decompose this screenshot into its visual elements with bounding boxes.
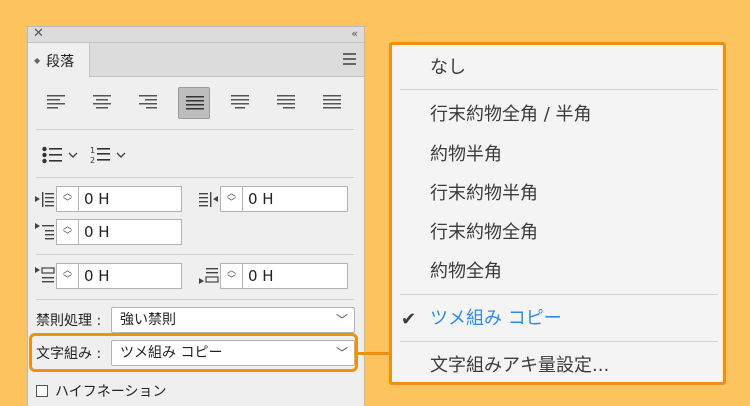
svg-text:1: 1 [90, 146, 95, 155]
menu-item-mojikumi-settings[interactable]: 文字組みアキ量設定... [430, 355, 609, 377]
space-before-input[interactable]: 0 H [78, 263, 182, 289]
numbered-list-button[interactable]: 12 [90, 145, 126, 165]
justify-last-left-button[interactable] [178, 87, 210, 119]
space-after-control: ︿ ﹀ 0 H [198, 263, 348, 289]
right-indent-input[interactable]: 0 H [242, 186, 348, 212]
divider [36, 177, 354, 178]
justify-last-left-icon [186, 96, 204, 110]
align-right-icon [139, 95, 157, 109]
first-line-indent-input[interactable]: 0 H [78, 219, 182, 245]
first-line-indent-icon [35, 223, 54, 240]
hyphenation-checkbox[interactable] [36, 385, 48, 397]
justify-last-right-button[interactable] [270, 87, 302, 119]
space-after-input[interactable]: 0 H [242, 263, 348, 289]
align-left-icon [47, 95, 65, 109]
space-before-stepper[interactable]: ︿ ﹀ [56, 263, 78, 289]
bullet-list-icon [42, 146, 62, 164]
divider [36, 299, 354, 300]
tab-label: 段落 [46, 53, 75, 70]
first-line-indent-control: ︿ ﹀ 0 H [34, 219, 182, 245]
menu-item-line-end-full[interactable]: 行末約物全角 [430, 222, 538, 244]
right-indent-stepper[interactable]: ︿ ﹀ [220, 186, 242, 212]
justify-all-button[interactable] [316, 87, 348, 119]
space-after-icon [199, 268, 219, 284]
kinsoku-value: 強い禁則 [120, 312, 176, 328]
menu-item-none[interactable]: なし [430, 57, 466, 79]
hyphenation-label: ハイフネーション [55, 384, 167, 400]
bullet-list-button[interactable] [42, 145, 78, 165]
justify-last-center-button[interactable] [224, 87, 256, 119]
align-left-button[interactable] [40, 87, 72, 119]
mojikumi-highlight [29, 333, 358, 372]
checkmark-icon: ✔ [401, 309, 417, 330]
justify-last-right-icon [277, 95, 295, 109]
align-center-button[interactable] [86, 87, 118, 119]
divider [36, 254, 354, 255]
space-before-icon [35, 267, 55, 283]
kinsoku-label: 禁則処理 : [36, 313, 102, 329]
collapse-icon[interactable]: ‹‹ [351, 27, 358, 40]
justify-last-center-icon [231, 95, 249, 109]
close-icon[interactable]: ✕ [33, 26, 44, 41]
chevron-down-icon [116, 152, 126, 158]
menu-divider [400, 341, 718, 342]
panel-titlebar: ✕ ‹‹ [28, 26, 364, 43]
right-indent-icon [199, 192, 218, 207]
menu-item-line-end-full-half[interactable]: 行末約物全角 / 半角 [430, 104, 592, 126]
left-indent-input[interactable]: 0 H [78, 186, 182, 212]
divider [36, 129, 354, 130]
left-indent-icon [35, 192, 54, 207]
menu-item-line-end-half[interactable]: 行末約物半角 [430, 183, 538, 205]
expand-arrows-icon: ◆ [34, 55, 41, 65]
chevron-down-icon [68, 152, 78, 158]
left-indent-stepper[interactable]: ︿ ﹀ [56, 186, 78, 212]
menu-item-punctuation-half[interactable]: 約物半角 [430, 144, 502, 166]
panel-menu-icon[interactable] [343, 53, 356, 68]
mojikumi-dropdown-menu: なし 行末約物全角 / 半角 約物半角 行末約物半角 行末約物全角 約物全角 ✔… [389, 42, 726, 385]
numbered-list-icon: 12 [90, 146, 110, 165]
first-line-indent-stepper[interactable]: ︿ ﹀ [56, 219, 78, 245]
tab-paragraph[interactable]: ◆ 段落 [28, 43, 90, 78]
left-indent-control: ︿ ﹀ 0 H [34, 186, 182, 212]
alignment-buttons [40, 87, 358, 121]
space-after-stepper[interactable]: ︿ ﹀ [220, 263, 242, 289]
menu-item-tsume-copy[interactable]: ツメ組み コピー [430, 308, 562, 330]
menu-divider [400, 294, 718, 295]
align-center-icon [93, 95, 111, 109]
menu-item-punctuation-full[interactable]: 約物全角 [430, 261, 502, 283]
align-right-button[interactable] [132, 87, 164, 119]
justify-all-icon [323, 95, 341, 109]
space-before-control: ︿ ﹀ 0 H [34, 263, 182, 289]
kinsoku-select[interactable]: 強い禁則 ﹀ [111, 307, 355, 333]
right-indent-control: ︿ ﹀ 0 H [198, 186, 348, 212]
menu-divider [400, 89, 718, 90]
hyphenation-row[interactable]: ハイフネーション [36, 381, 166, 401]
kinsoku-row: 禁則処理 : [36, 305, 101, 335]
chevron-down-icon: ﹀ [335, 313, 348, 327]
callout-connector [358, 352, 391, 355]
svg-text:2: 2 [90, 156, 95, 165]
panel-tab-row: ◆ 段落 [28, 43, 364, 78]
